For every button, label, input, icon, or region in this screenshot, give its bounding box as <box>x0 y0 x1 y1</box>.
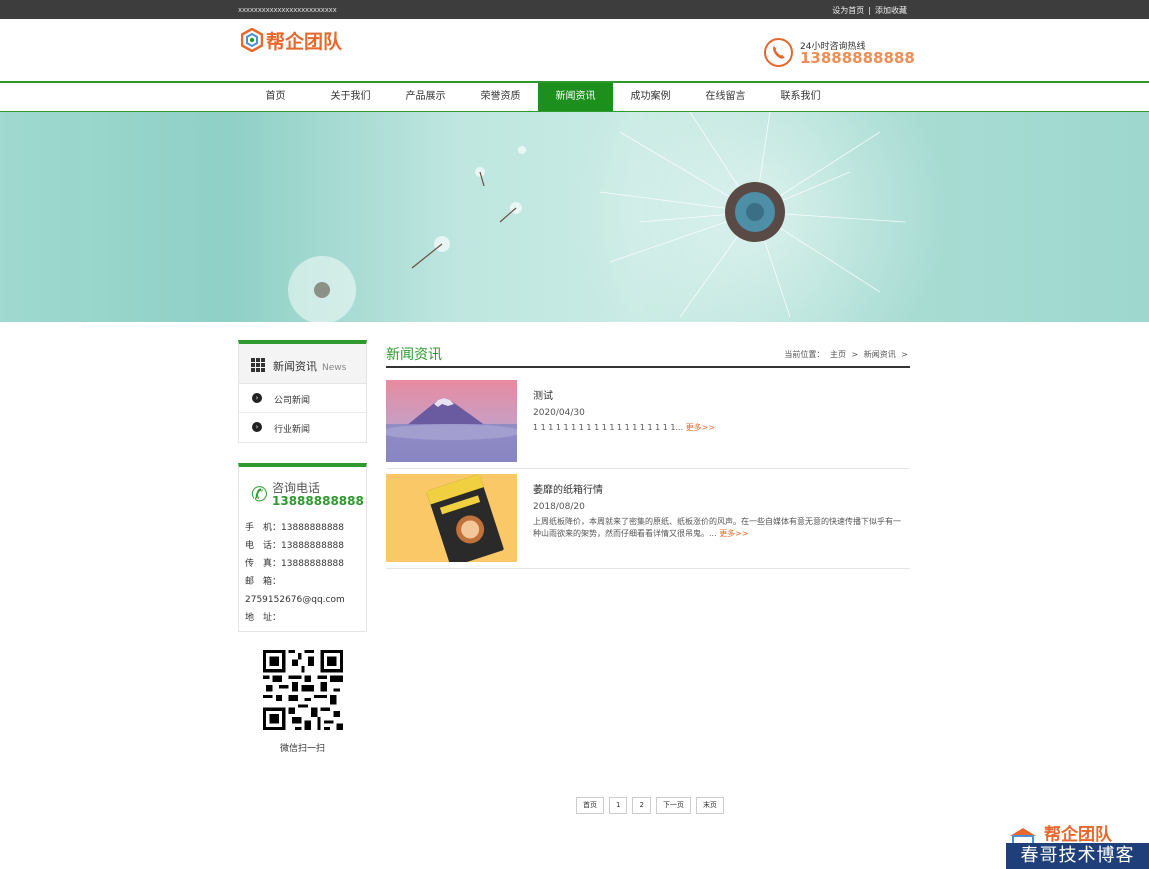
contact-tel-row: 电 话：13888888888 <box>245 537 366 555</box>
logo-text: 帮企团队 <box>266 30 343 53</box>
nav-item-home[interactable]: 首页 <box>238 83 313 111</box>
grid-icon <box>251 358 265 372</box>
main-section-header: 新闻资讯 当前位置： 主页 > 新闻资讯 > <box>386 342 910 368</box>
contact-mobile-row: 手 机：13888888888 <box>245 519 366 537</box>
top-bar: xxxxxxxxxxxxxxxxxxxxxxxxx 设为首页 | 添加收藏 <box>0 0 1149 19</box>
product-box-thumbnail <box>386 474 517 562</box>
category-title-cn: 新闻资讯 <box>273 360 317 373</box>
hotline: 24小时咨询热线 13888888888 <box>764 38 915 70</box>
email-value: 2759152676@qq.com <box>245 595 345 605</box>
wechat-qr-code <box>263 650 343 730</box>
site-header: 帮企团队 24小时咨询热线 13888888888 <box>0 19 1149 81</box>
page-button[interactable]: 2 <box>632 797 651 814</box>
news-thumbnail[interactable] <box>386 380 517 462</box>
nav-item-news[interactable]: 新闻资讯 <box>538 83 613 111</box>
category-item-label: 行业新闻 <box>274 425 311 435</box>
contact-email-label-row: 邮 箱： <box>245 573 366 591</box>
breadcrumb-separator: > <box>901 350 908 359</box>
pagination: 首页 1 2 下一页 末页 <box>576 797 729 814</box>
category-title: 新闻资讯 News <box>273 358 346 374</box>
contact-fax-row: 传 真：13888888888 <box>245 555 366 573</box>
nav-item-about[interactable]: 关于我们 <box>313 83 388 111</box>
watermark: 帮企团队 春哥技术博客 <box>1006 826 1149 869</box>
first-page-button[interactable]: 首页 <box>576 797 604 814</box>
watermark-logo: 帮企团队 <box>1044 825 1112 845</box>
tel-value: 13888888888 <box>281 541 345 551</box>
main-nav: 首页 关于我们 产品展示 荣誉资质 新闻资讯 成功案例 在线留言 联系我们 <box>0 81 1149 112</box>
news-summary: 1 1 1 1 1 1 1 1 1 1 1 1 1 1 1 1 1 1 1...… <box>533 422 908 434</box>
site-logo[interactable]: 帮企团队 <box>241 27 342 53</box>
nav-item-contact[interactable]: 联系我们 <box>763 83 838 111</box>
contact-address-row: 地 址： <box>245 609 366 627</box>
watermark-text: 春哥技术博客 <box>1006 843 1149 869</box>
hotline-number: 13888888888 <box>800 49 915 67</box>
top-slogan: xxxxxxxxxxxxxxxxxxxxxxxxx <box>238 6 337 14</box>
fax-value: 13888888888 <box>281 559 345 569</box>
nav-item-message[interactable]: 在线留言 <box>688 83 763 111</box>
breadcrumb: 当前位置： 主页 > 新闻资讯 > <box>781 349 908 360</box>
category-item-company-news[interactable]: › 公司新闻 <box>239 384 366 413</box>
category-title-en: News <box>322 363 347 373</box>
more-link[interactable]: 更多>> <box>719 529 748 538</box>
category-header: 新闻资讯 News <box>239 344 366 384</box>
address-label: 地 址： <box>245 613 282 623</box>
top-link-separator: | <box>868 6 871 15</box>
mountain-thumbnail <box>386 380 517 462</box>
nav-item-cases[interactable]: 成功案例 <box>613 83 688 111</box>
news-date: 2018/08/20 <box>533 502 585 512</box>
contact-email-row: 2759152676@qq.com <box>245 591 366 609</box>
news-list-item: 萎靡的纸箱行情 2018/08/20 上周纸板降价，本周就来了密集的原纸、纸板涨… <box>386 474 910 569</box>
news-summary: 上周纸板降价，本周就来了密集的原纸、纸板涨价的风声。在一些自媒体有意无意的快速传… <box>533 516 908 540</box>
news-list-item: 测试 2020/04/30 1 1 1 1 1 1 1 1 1 1 1 1 1 … <box>386 380 910 469</box>
qr-caption: 微信扫一扫 <box>279 744 325 754</box>
fax-label: 传 真： <box>245 559 282 569</box>
page-title: 新闻资讯 <box>386 347 442 363</box>
news-date: 2020/04/30 <box>533 408 585 418</box>
phone-circle-icon <box>764 38 793 67</box>
breadcrumb-home[interactable]: 主页 <box>830 350 846 359</box>
news-title[interactable]: 萎靡的纸箱行情 <box>533 481 603 496</box>
mobile-label: 手 机： <box>245 523 282 533</box>
tel-label: 电 话： <box>245 541 282 551</box>
chevron-right-icon: › <box>252 393 262 403</box>
category-item-industry-news[interactable]: › 行业新闻 <box>239 413 366 442</box>
contact-box: ✆ 咨询电话 13888888888 手 机：13888888888 电 话：1… <box>238 463 367 632</box>
banner-image <box>0 112 1149 322</box>
mobile-value: 13888888888 <box>281 523 345 533</box>
breadcrumb-current[interactable]: 新闻资讯 <box>864 350 896 359</box>
news-summary-text: 1 1 1 1 1 1 1 1 1 1 1 1 1 1 1 1 1 1 1... <box>533 423 684 432</box>
news-thumbnail[interactable] <box>386 474 517 562</box>
nav-item-products[interactable]: 产品展示 <box>388 83 463 111</box>
nav-items: 首页 关于我们 产品展示 荣誉资质 新闻资讯 成功案例 在线留言 联系我们 <box>238 83 838 111</box>
chevron-right-icon: › <box>252 422 262 432</box>
top-links: 设为首页 | 添加收藏 <box>832 5 907 16</box>
next-page-button[interactable]: 下一页 <box>655 797 691 814</box>
contact-header: ✆ 咨询电话 13888888888 <box>239 467 366 513</box>
add-favorite-link[interactable]: 添加收藏 <box>875 5 907 16</box>
dandelion-illustration <box>288 112 950 322</box>
last-page-button[interactable]: 末页 <box>695 797 724 814</box>
telephone-icon: ✆ <box>251 482 268 506</box>
news-category-box: 新闻资讯 News › 公司新闻 › 行业新闻 <box>238 340 367 443</box>
page-button[interactable]: 1 <box>609 797 628 814</box>
news-summary-text: 上周纸板降价，本周就来了密集的原纸、纸板涨价的风声。在一些自媒体有意无意的快速传… <box>533 517 901 538</box>
news-title[interactable]: 测试 <box>533 387 553 402</box>
logo-mark-icon <box>241 28 263 52</box>
email-label: 邮 箱： <box>245 577 282 587</box>
contact-phone: 13888888888 <box>272 494 364 508</box>
nav-item-honors[interactable]: 荣誉资质 <box>463 83 538 111</box>
set-home-link[interactable]: 设为首页 <box>832 5 864 16</box>
category-item-label: 公司新闻 <box>274 396 311 406</box>
more-link[interactable]: 更多>> <box>686 423 715 432</box>
breadcrumb-separator: > <box>851 350 859 359</box>
breadcrumb-label: 当前位置： <box>784 350 825 359</box>
contact-details: 手 机：13888888888 电 话：13888888888 传 真：1388… <box>239 513 366 631</box>
